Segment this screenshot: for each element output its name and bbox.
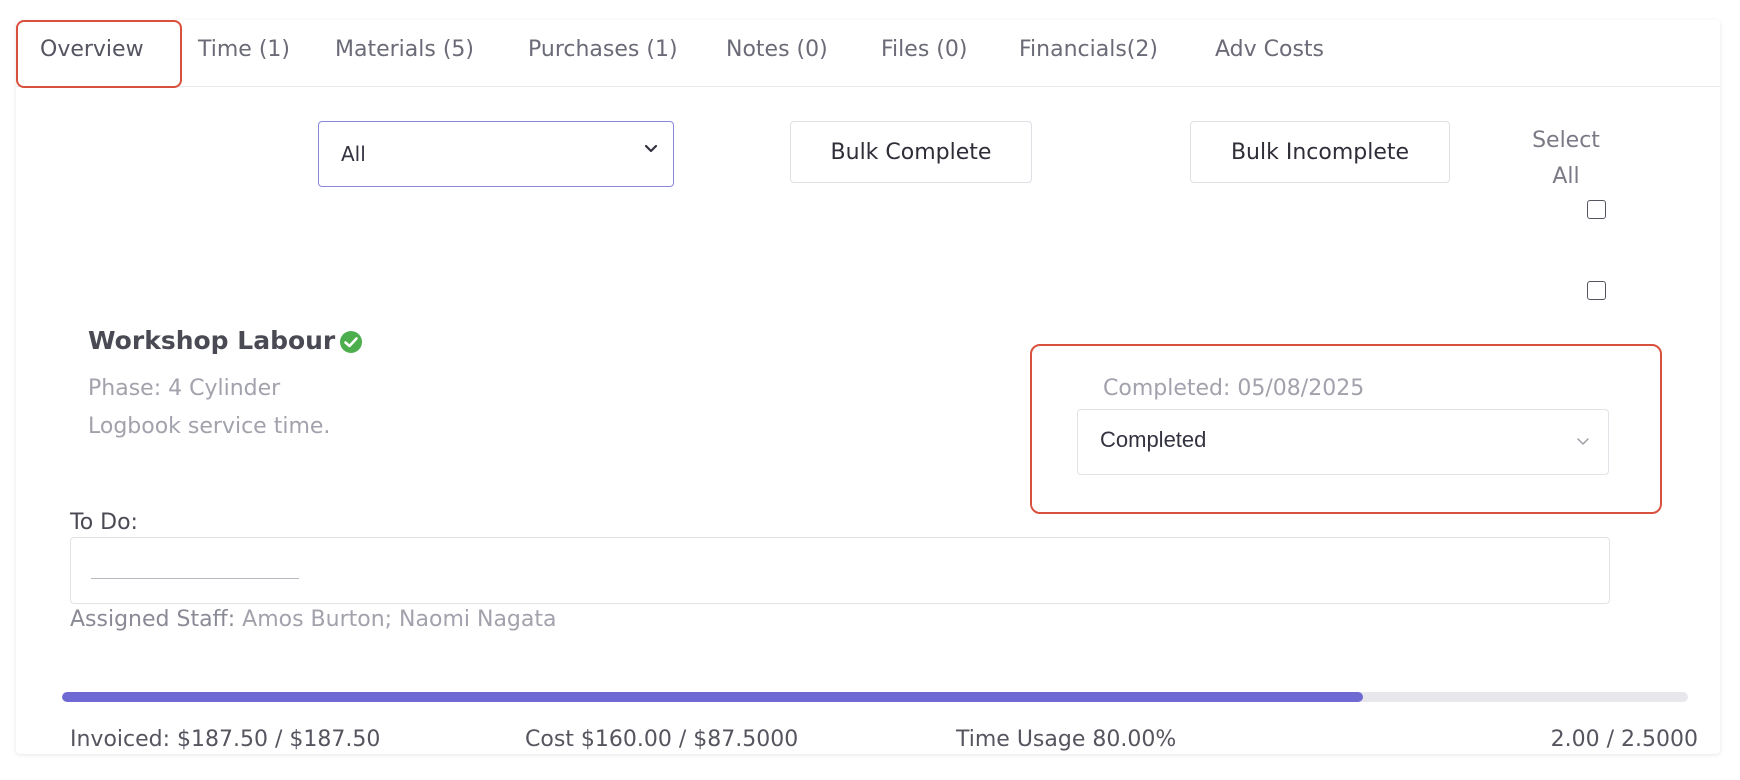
job-item-card: Overview Time (1) Materials (5) Purchase… <box>16 20 1720 754</box>
item-title: Workshop Labour <box>88 326 336 355</box>
assigned-staff: Assigned Staff: Amos Burton; Naomi Nagat… <box>70 607 556 632</box>
assigned-staff-label: Assigned Staff: <box>70 607 236 632</box>
tab-time[interactable]: Time (1) <box>198 37 290 62</box>
todo-input[interactable] <box>70 537 1610 604</box>
filter-select-value: All <box>341 142 366 166</box>
tab-bar: Overview Time (1) Materials (5) Purchase… <box>16 20 1720 88</box>
select-all-label-line2: All <box>1552 164 1580 189</box>
time-usage-progress-fill <box>62 692 1363 702</box>
tab-adv-costs[interactable]: Adv Costs <box>1215 37 1324 62</box>
completed-date: Completed: 05/08/2025 <box>1103 376 1365 401</box>
tab-notes[interactable]: Notes (0) <box>726 37 828 62</box>
invoiced-amount: Invoiced: $187.50 / $187.50 <box>70 727 381 752</box>
hours-ratio: 2.00 / 2.5000 <box>1550 727 1698 752</box>
todo-placeholder-line <box>91 578 299 579</box>
bulk-incomplete-button[interactable]: Bulk Incomplete <box>1190 121 1450 183</box>
assigned-staff-value: Amos Burton; Naomi Nagata <box>242 607 557 632</box>
status-filter-select[interactable]: All <box>318 121 674 187</box>
tab-financials[interactable]: Financials(2) <box>1019 37 1158 62</box>
status-select-value: Completed <box>1100 427 1207 452</box>
time-usage-progress-bar <box>62 692 1688 702</box>
check-circle-icon <box>340 331 362 353</box>
tab-purchases[interactable]: Purchases (1) <box>528 37 678 62</box>
select-all-checkbox[interactable] <box>1587 200 1606 219</box>
chevron-down-icon <box>1577 438 1589 445</box>
bulk-complete-button[interactable]: Bulk Complete <box>790 121 1032 183</box>
item-select-checkbox[interactable] <box>1587 281 1606 300</box>
tab-materials[interactable]: Materials (5) <box>335 37 474 62</box>
completion-status-select[interactable]: Completed <box>1077 409 1609 475</box>
chevron-down-icon <box>644 144 658 153</box>
tab-files[interactable]: Files (0) <box>881 37 967 62</box>
select-all-label: Select All <box>1526 123 1606 195</box>
todo-label: To Do: <box>70 510 138 535</box>
item-phase: Phase: 4 Cylinder <box>88 376 281 401</box>
time-usage-percent: Time Usage 80.00% <box>956 727 1177 752</box>
tab-overview[interactable]: Overview <box>40 37 144 62</box>
item-description: Logbook service time. <box>88 414 331 439</box>
cost-amount: Cost $160.00 / $87.5000 <box>525 727 799 752</box>
select-all-label-line1: Select <box>1532 128 1600 153</box>
